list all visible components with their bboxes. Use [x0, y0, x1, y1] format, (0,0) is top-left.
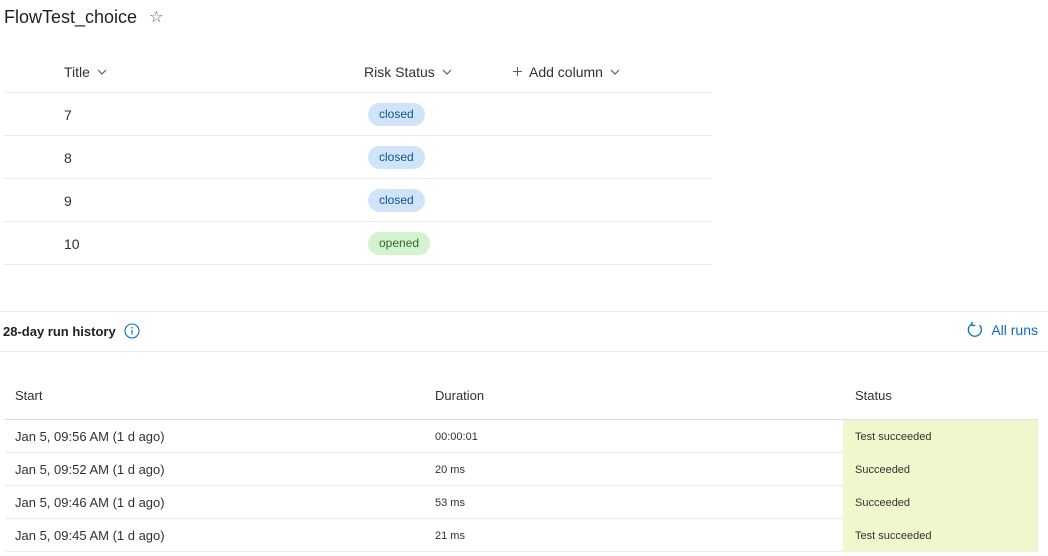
row-title[interactable]: 7 — [64, 93, 72, 136]
title-row: FlowTest_choice ☆ — [4, 5, 163, 29]
section-divider — [0, 311, 1048, 312]
column-header-risk-status[interactable]: Risk Status — [364, 50, 453, 93]
info-icon[interactable] — [124, 323, 140, 339]
run-row[interactable]: Jan 5, 09:52 AM (1 d ago) 20 ms Succeede… — [5, 453, 1038, 486]
run-start: Jan 5, 09:52 AM (1 d ago) — [15, 462, 165, 477]
run-status: Test succeeded — [843, 519, 1038, 552]
chevron-down-icon — [610, 69, 620, 75]
run-row[interactable]: Jan 5, 09:56 AM (1 d ago) 00:00:01 Test … — [5, 420, 1038, 453]
run-row[interactable]: Jan 5, 09:45 AM (1 d ago) 21 ms Test suc… — [5, 519, 1038, 552]
star-icon[interactable]: ☆ — [149, 7, 163, 27]
risk-status-badge: opened — [368, 232, 431, 255]
run-duration: 20 ms — [435, 463, 465, 476]
add-column-button[interactable]: Add column — [512, 50, 621, 93]
column-header-duration: Duration — [435, 387, 485, 403]
row-risk-cell: closed — [368, 93, 425, 136]
run-history-title: 28-day run history — [3, 323, 116, 339]
column-header-title[interactable]: Title — [64, 50, 108, 93]
risk-status-badge: closed — [368, 146, 425, 169]
section-divider — [0, 351, 1048, 352]
list-header: Title Risk Status Add column — [4, 50, 712, 93]
run-duration: 21 ms — [435, 529, 465, 542]
all-runs-link[interactable]: All runs — [966, 321, 1038, 339]
run-duration: 53 ms — [435, 496, 465, 509]
run-history-table: Start Duration Status Jan 5, 09:56 AM (1… — [5, 370, 1038, 552]
run-status: Succeeded — [843, 486, 1038, 519]
all-runs-label: All runs — [991, 322, 1038, 338]
add-column-label: Add column — [529, 63, 603, 80]
run-duration: 00:00:01 — [435, 430, 478, 443]
column-header-label: Risk Status — [364, 63, 435, 80]
column-header-start: Start — [15, 387, 43, 403]
run-status: Succeeded — [843, 453, 1038, 486]
run-row[interactable]: Jan 5, 09:46 AM (1 d ago) 53 ms Succeede… — [5, 486, 1038, 519]
list-row[interactable]: 9 closed — [4, 179, 712, 222]
run-history-table-header: Start Duration Status — [5, 370, 1038, 420]
list-view: Title Risk Status Add column 7 closed 8 … — [4, 50, 712, 265]
row-risk-cell: opened — [368, 222, 431, 265]
plus-icon — [513, 67, 522, 76]
chevron-down-icon — [442, 69, 452, 75]
row-title[interactable]: 8 — [64, 136, 72, 179]
risk-status-badge: closed — [368, 103, 425, 126]
run-start: Jan 5, 09:46 AM (1 d ago) — [15, 495, 165, 510]
run-start: Jan 5, 09:45 AM (1 d ago) — [15, 528, 165, 543]
page: FlowTest_choice ☆ Title Risk Status Add … — [0, 0, 1048, 556]
row-title[interactable]: 9 — [64, 179, 72, 222]
row-title[interactable]: 10 — [64, 222, 80, 265]
row-risk-cell: closed — [368, 136, 425, 179]
row-risk-cell: closed — [368, 179, 425, 222]
list-row[interactable]: 8 closed — [4, 136, 712, 179]
list-row[interactable]: 10 opened — [4, 222, 712, 265]
column-header-status: Status — [855, 387, 892, 403]
page-title: FlowTest_choice — [4, 6, 138, 27]
column-header-label: Title — [64, 63, 90, 80]
risk-status-badge: closed — [368, 189, 425, 212]
run-history-header: 28-day run history — [3, 323, 140, 339]
run-status: Test succeeded — [843, 420, 1038, 453]
refresh-icon — [968, 321, 983, 337]
list-row[interactable]: 7 closed — [4, 93, 712, 136]
chevron-down-icon — [97, 69, 107, 75]
run-start: Jan 5, 09:56 AM (1 d ago) — [15, 429, 165, 444]
